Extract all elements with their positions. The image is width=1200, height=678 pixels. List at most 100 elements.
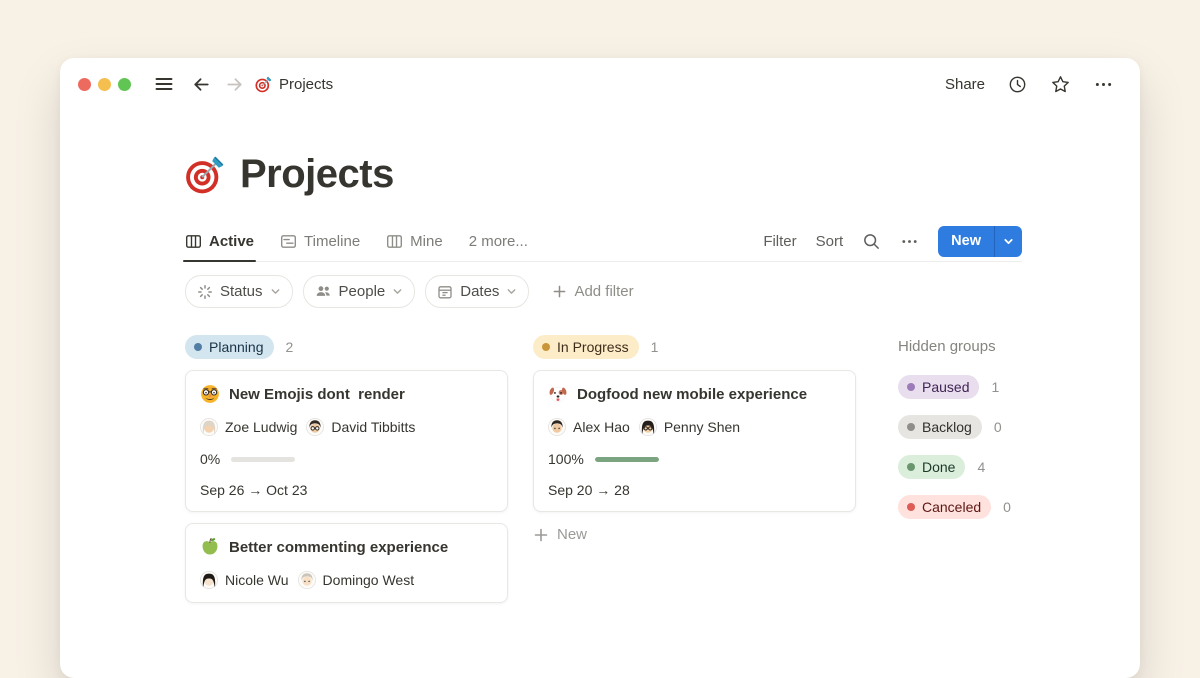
- avatar-nicole-wu: [200, 571, 218, 589]
- status-badge: Planning: [185, 335, 274, 359]
- card-title: New Emojis dont render: [229, 386, 405, 403]
- tab-mine[interactable]: Mine: [386, 221, 443, 261]
- board-icon: [386, 233, 403, 250]
- chevron-down-icon: [506, 286, 517, 297]
- avatar-zoe-ludwig: [200, 418, 218, 436]
- new-button[interactable]: New: [938, 226, 994, 257]
- group-name: Backlog: [922, 419, 972, 435]
- kanban-board: Planning 2: [185, 334, 1022, 603]
- filter-bar: Status People Dates Add filter: [185, 275, 1022, 308]
- group-name: In Progress: [557, 339, 629, 355]
- add-filter-label: Add filter: [574, 283, 633, 300]
- person-assignee[interactable]: Alex Hao: [548, 418, 630, 436]
- avatar-david-tibbitts: [306, 418, 324, 436]
- status-dot: [907, 503, 915, 511]
- person-assignee[interactable]: Penny Shen: [639, 418, 740, 436]
- sort-button[interactable]: Sort: [816, 233, 844, 250]
- back-arrow-icon[interactable]: [191, 74, 212, 95]
- tab-label: Active: [209, 233, 254, 250]
- group-header[interactable]: In Progress 1: [533, 334, 856, 360]
- status-badge: In Progress: [533, 335, 639, 359]
- filter-button[interactable]: Filter: [763, 233, 796, 250]
- filter-chip-label: Dates: [460, 283, 499, 300]
- date-range: Sep 20 → 28: [548, 482, 841, 498]
- person-assignee[interactable]: Nicole Wu: [200, 571, 289, 589]
- plus-icon: [552, 284, 567, 299]
- status-burst-icon: [197, 284, 213, 300]
- zoom-button[interactable]: [118, 78, 131, 91]
- avatar-penny-shen: [639, 418, 657, 436]
- topbar-actions: Share: [945, 74, 1114, 95]
- tab-active[interactable]: Active: [185, 221, 254, 261]
- filter-chip-label: Status: [220, 283, 263, 300]
- avatar-alex-hao: [548, 418, 566, 436]
- hidden-group-canceled[interactable]: Canceled 0: [898, 495, 1033, 519]
- window-topbar: Projects Share: [60, 58, 1140, 110]
- person-assignee[interactable]: David Tibbitts: [306, 418, 415, 436]
- app-window: Projects Share Projects Acti: [60, 58, 1140, 678]
- group-count: 0: [1003, 499, 1011, 515]
- avatar-domingo-west: [298, 571, 316, 589]
- group-header[interactable]: Planning 2: [185, 334, 508, 360]
- person-assignee[interactable]: Zoe Ludwig: [200, 418, 297, 436]
- group-name: Done: [922, 459, 955, 475]
- group-name: Planning: [209, 339, 264, 355]
- new-card-button[interactable]: New: [533, 526, 587, 543]
- status-dot: [542, 343, 550, 351]
- plus-icon: [533, 527, 549, 543]
- project-card[interactable]: Better commenting experience Nicole Wu D…: [185, 523, 508, 603]
- forward-arrow-icon[interactable]: [224, 74, 245, 95]
- search-icon[interactable]: [862, 232, 881, 251]
- people-icon: [315, 283, 332, 300]
- person-name: Domingo West: [323, 572, 415, 588]
- green-apple-emoji: [200, 537, 220, 557]
- minimize-button[interactable]: [98, 78, 111, 91]
- person-name: Penny Shen: [664, 419, 740, 435]
- date-range: Sep 26 → Oct 23: [200, 482, 493, 498]
- close-button[interactable]: [78, 78, 91, 91]
- hidden-group-backlog[interactable]: Backlog 0: [898, 415, 1033, 439]
- person-name: Zoe Ludwig: [225, 419, 297, 435]
- board-column-planning: Planning 2: [185, 334, 508, 603]
- page-header: Projects: [185, 152, 1022, 197]
- view-tabbar: Active Timeline Mine 2 more... Filter So…: [185, 221, 1022, 262]
- view-options-icon[interactable]: [900, 232, 919, 251]
- dog-face-emoji: [548, 384, 568, 404]
- person-name: David Tibbitts: [331, 419, 415, 435]
- filter-chip-dates[interactable]: Dates: [425, 275, 529, 308]
- person-assignee[interactable]: Domingo West: [298, 571, 415, 589]
- more-options-icon[interactable]: [1093, 74, 1114, 95]
- tab-more[interactable]: 2 more...: [469, 221, 528, 261]
- clock-history-icon[interactable]: [1007, 74, 1028, 95]
- filter-chip-people[interactable]: People: [303, 275, 416, 308]
- group-count: 1: [651, 339, 659, 355]
- hidden-group-paused[interactable]: Paused 1: [898, 375, 1033, 399]
- group-count: 0: [994, 419, 1002, 435]
- tab-timeline[interactable]: Timeline: [280, 221, 360, 261]
- new-dropdown-chevron-icon[interactable]: [994, 226, 1022, 257]
- share-button[interactable]: Share: [945, 76, 985, 93]
- view-toolbar: Filter Sort New: [763, 226, 1022, 257]
- favorite-star-icon[interactable]: [1050, 74, 1071, 95]
- person-name: Alex Hao: [573, 419, 630, 435]
- add-filter-button[interactable]: Add filter: [546, 282, 639, 301]
- tab-label: 2 more...: [469, 233, 528, 250]
- status-dot: [907, 383, 915, 391]
- breadcrumb[interactable]: Projects: [255, 76, 333, 93]
- new-card-label: New: [557, 526, 587, 543]
- status-badge: Canceled: [898, 495, 991, 519]
- board-icon: [185, 233, 202, 250]
- hidden-group-done[interactable]: Done 4: [898, 455, 1033, 479]
- project-card[interactable]: Dogfood new mobile experience Alex Hao P…: [533, 370, 856, 512]
- project-card[interactable]: New Emojis dont render Zoe Ludwig David …: [185, 370, 508, 512]
- hidden-groups-panel: Hidden groups Paused 1 Backlog: [898, 334, 1033, 519]
- group-count: 2: [286, 339, 294, 355]
- breadcrumb-title: Projects: [279, 76, 333, 93]
- status-badge: Paused: [898, 375, 979, 399]
- filter-chip-status[interactable]: Status: [185, 275, 293, 308]
- target-emoji-icon: [255, 76, 272, 93]
- sidebar-menu-icon[interactable]: [153, 73, 175, 95]
- status-dot: [907, 423, 915, 431]
- calendar-icon: [437, 284, 453, 300]
- filter-chip-label: People: [339, 283, 386, 300]
